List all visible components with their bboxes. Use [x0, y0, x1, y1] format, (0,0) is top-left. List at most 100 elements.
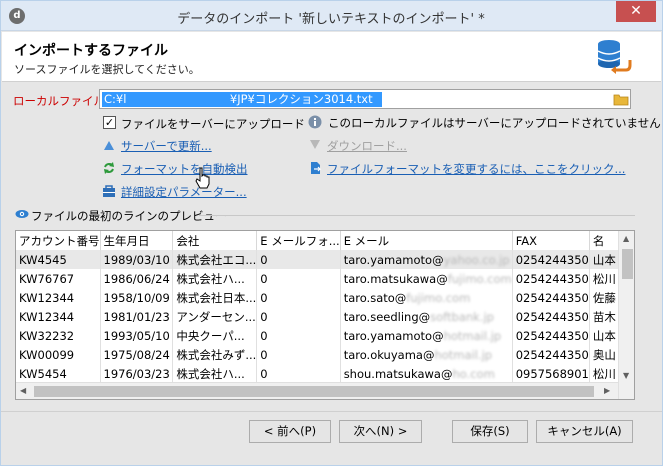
table-cell: shou.matsukawa@ho.com	[340, 364, 513, 383]
table-header-row: アカウント番号 生年月日 会社 E メールフォ... E メール FAX 名	[16, 231, 634, 250]
refresh-icon	[104, 162, 114, 174]
save-button[interactable]: 保存(S)	[452, 420, 528, 443]
scroll-right-icon[interactable]: ▶	[604, 386, 610, 395]
email-format-cell: 0	[260, 309, 268, 324]
table-cell: taro.seedling@softbank.jp	[340, 307, 513, 326]
column-header[interactable]: FAX	[512, 231, 590, 250]
email-format-cell: 0	[260, 252, 268, 267]
birth-date-cell: 1993/05/10	[103, 328, 170, 343]
email-format-cell: 0	[260, 290, 268, 305]
local-file-input[interactable]: C:¥l ¥JP¥コレクション3014.txt	[99, 89, 631, 109]
info-icon	[308, 115, 322, 129]
column-header[interactable]: アカウント番号	[16, 231, 101, 250]
cancel-button[interactable]: キャンセル(A)	[536, 420, 633, 443]
email-user-cell: shou.matsukawa@	[343, 366, 453, 381]
vertical-scroll-thumb[interactable]	[622, 249, 633, 279]
table-cell: KW76767	[16, 269, 101, 288]
column-header[interactable]: E メール	[340, 231, 513, 250]
email-format-cell: 0	[260, 347, 268, 362]
back-button[interactable]: < 前へ(P)	[249, 420, 331, 443]
account-number-cell: KW12344	[19, 309, 75, 324]
update-from-server-link[interactable]: サーバーで更新...	[121, 138, 212, 154]
scroll-up-icon[interactable]: ▲	[623, 234, 629, 243]
name-cell: 松川	[592, 271, 616, 286]
table-row[interactable]: KW5454 1976/03/23 株式会社ハ... 0 shou.matsukawa@…	[16, 364, 634, 383]
table-row[interactable]: KW00099 1975/08/24 株式会社みず... 0 taro.okuyama@…	[16, 345, 634, 364]
name-cell: 苗木	[592, 309, 616, 324]
upload-checkbox[interactable]: ✓	[103, 116, 116, 129]
table-cell: 0	[256, 364, 341, 383]
table-cell: 0254244350	[512, 250, 590, 269]
page-subtitle: ソースファイルを選択してください。	[14, 63, 200, 76]
file-format-icon	[311, 162, 322, 174]
email-format-cell: 0	[260, 328, 268, 343]
eye-icon	[15, 210, 29, 218]
email-user-cell: taro.seedling@	[343, 309, 431, 324]
horizontal-scroll-thumb[interactable]	[34, 386, 594, 397]
table-row[interactable]: KW12344 1981/01/23 アンダーセン... 0 taro.seedling…	[16, 307, 634, 326]
birth-date-cell: 1975/08/24	[103, 347, 170, 362]
table-cell: 0254244350	[512, 326, 590, 345]
email-domain-cell: hotmail.jp	[434, 347, 493, 362]
email-user-cell: taro.okuyama@	[343, 347, 435, 362]
preview-divider	[199, 215, 635, 216]
horizontal-scrollbar[interactable]: ◀ ▶	[16, 382, 618, 399]
table-cell: KW32232	[16, 326, 101, 345]
auto-detect-format-link[interactable]: フォーマットを自動検出	[121, 161, 248, 177]
fax-cell: 0957568901	[515, 366, 589, 381]
fax-cell: 0254244350	[515, 290, 589, 305]
column-header[interactable]: 会社	[172, 231, 258, 250]
download-link[interactable]: ダウンロード...	[327, 138, 407, 154]
table-cell: KW5454	[16, 364, 101, 383]
fax-cell: 0254244350	[515, 328, 589, 343]
column-header[interactable]: 生年月日	[100, 231, 174, 250]
table-cell: taro.yamamoto@hotmail.jp	[340, 326, 513, 345]
table-cell: taro.okuyama@hotmail.jp	[340, 345, 513, 364]
company-cell: アンダーセン...	[176, 309, 256, 324]
change-file-format-link[interactable]: ファイルフォーマットを変更するには、ここをクリック...	[327, 161, 625, 177]
table-cell: KW12344	[16, 288, 101, 307]
download-icon	[310, 140, 320, 149]
scroll-down-icon[interactable]: ▼	[623, 371, 629, 380]
database-import-icon	[597, 40, 632, 74]
table-row[interactable]: KW32232 1993/05/10 中央クーパ... 0 taro.yamamoto@…	[16, 326, 634, 345]
name-cell: 奥山	[592, 347, 616, 362]
page-title: インポートするファイル	[14, 43, 168, 59]
table-cell: 0	[256, 250, 341, 269]
advanced-params-link[interactable]: 詳細設定パラメーター...	[121, 184, 247, 200]
company-cell: 株式会社エコ...	[176, 252, 257, 267]
window-title: データのインポート '新しいテキストのインポート' *	[177, 12, 485, 27]
table-cell: 株式会社みず...	[172, 345, 258, 364]
table-cell: 株式会社ハ...	[172, 269, 258, 288]
table-row[interactable]: KW76767 1986/06/24 株式会社ハ... 0 taro.matsukawa…	[16, 269, 634, 288]
upload-checkbox-label: ファイルをサーバーにアップロード	[121, 117, 305, 131]
preview-table[interactable]: アカウント番号 生年月日 会社 E メールフォ... E メール FAX 名 K…	[15, 230, 635, 400]
birth-date-cell: 1989/03/10	[103, 252, 170, 267]
next-button[interactable]: 次へ(N) >	[339, 420, 422, 443]
table-row[interactable]: KW4545 1989/03/10 株式会社エコ... 0 taro.yamamoto@…	[16, 250, 634, 269]
app-icon: d	[9, 8, 25, 24]
table-cell: 0	[256, 288, 341, 307]
table-cell: 0254244350	[512, 345, 590, 364]
email-domain-cell: hotmail.jp	[443, 328, 502, 343]
email-domain-cell: yahoo.co.jp	[443, 252, 510, 267]
birth-date-cell: 1958/10/09	[103, 290, 170, 305]
table-cell: KW00099	[16, 345, 101, 364]
company-cell: 中央クーパ...	[176, 328, 245, 343]
scroll-left-icon[interactable]: ◀	[20, 386, 26, 395]
fax-cell: 0254244350	[515, 347, 589, 362]
folder-icon[interactable]	[612, 90, 630, 108]
table-cell: 中央クーパ...	[172, 326, 258, 345]
column-header[interactable]: E メールフォ...	[256, 231, 341, 250]
table-cell: 0	[256, 345, 341, 364]
name-cell: 山本	[592, 328, 616, 343]
info-text: このローカルファイルはサーバーにアップロードされていません	[328, 116, 661, 130]
footer-divider	[1, 411, 662, 412]
table-cell: 0957568901	[512, 364, 590, 383]
table-row[interactable]: KW12344 1958/10/09 株式会社日本... 0 taro.sato@fuj…	[16, 288, 634, 307]
vertical-scrollbar[interactable]: ▲ ▼	[618, 231, 634, 399]
close-button[interactable]: ✕	[616, 1, 656, 22]
account-number-cell: KW76767	[19, 271, 75, 286]
fax-cell: 0254244350	[515, 271, 589, 286]
table-cell: 株式会社ハ...	[172, 364, 258, 383]
